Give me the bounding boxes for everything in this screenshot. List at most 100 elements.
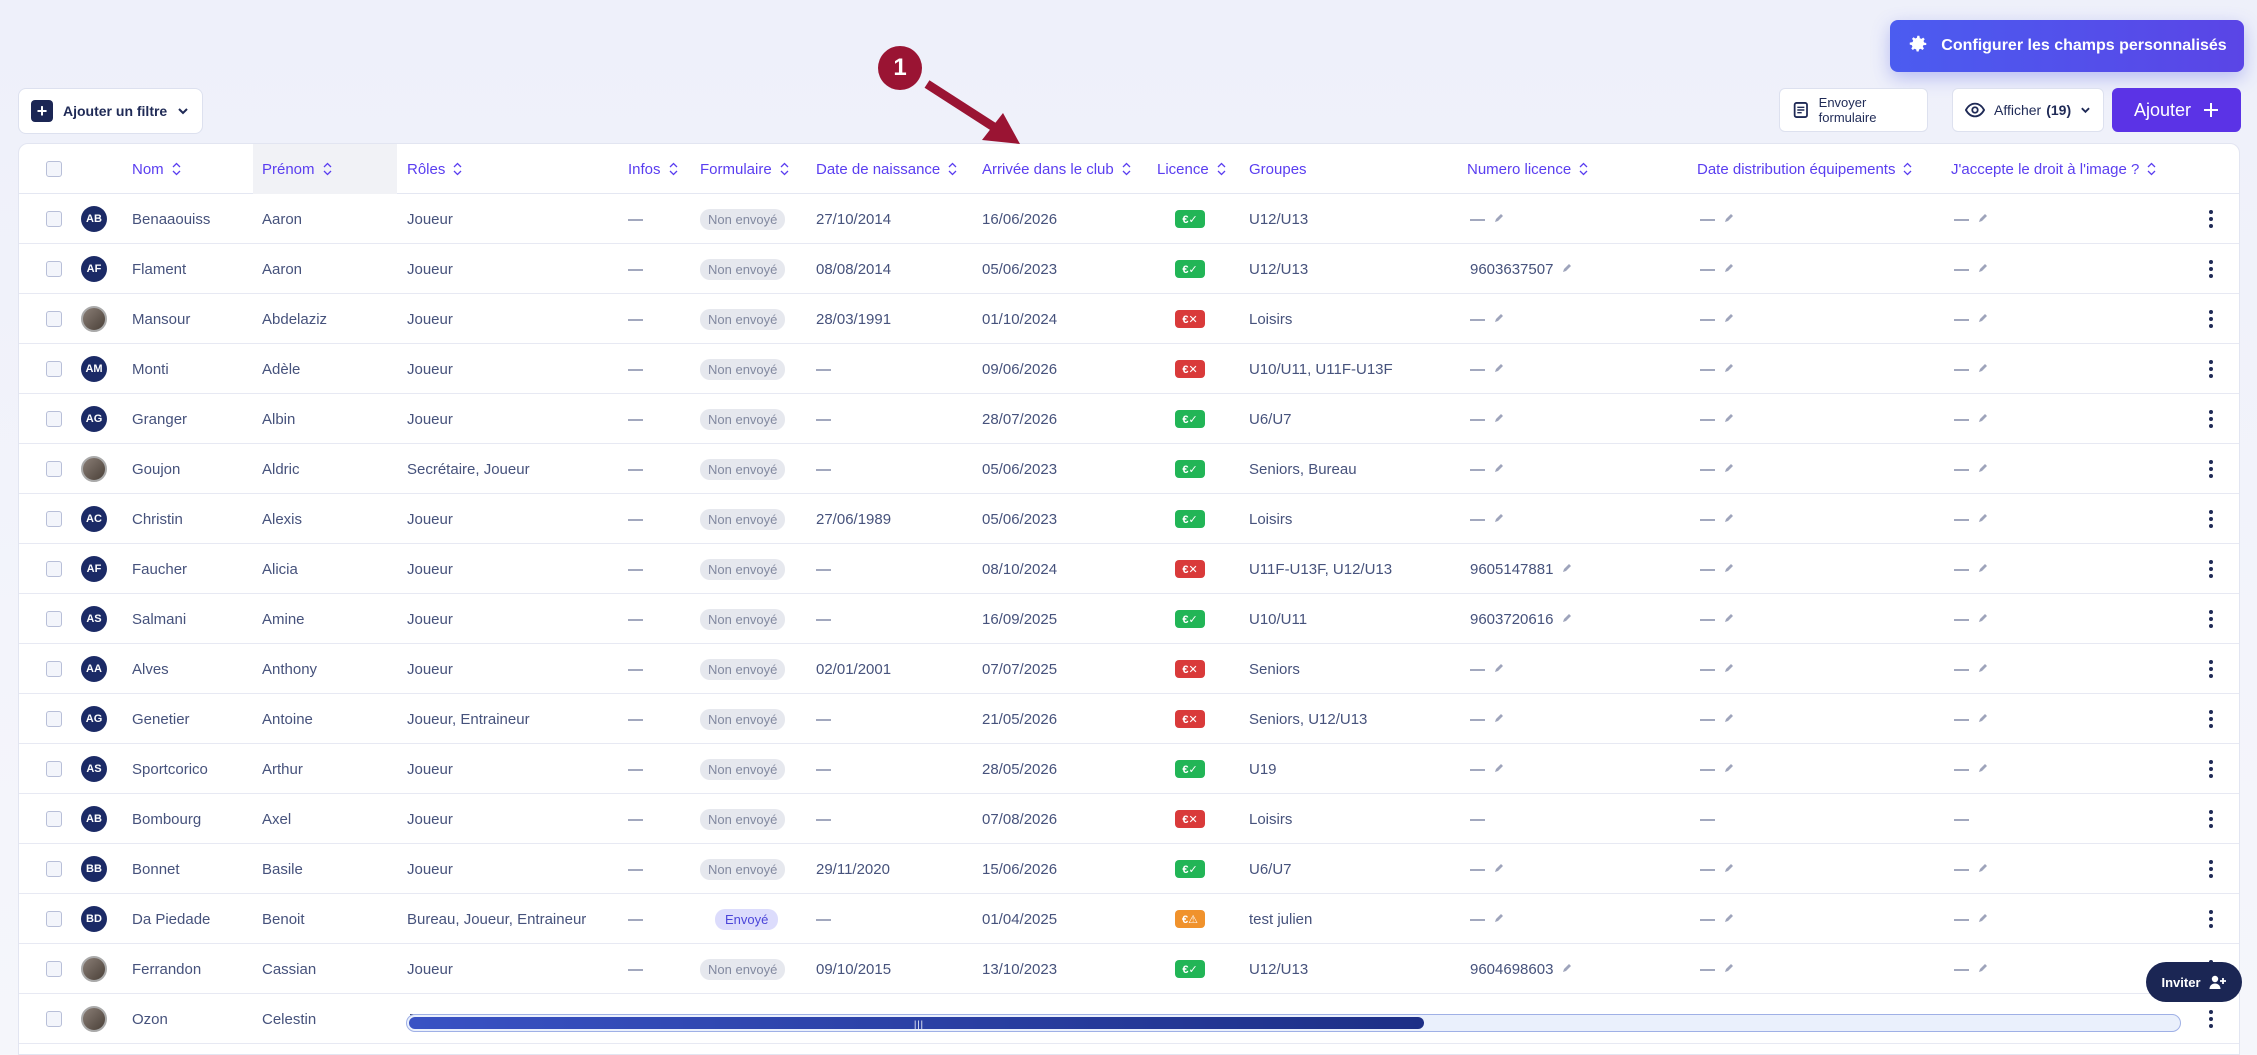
row-menu-button[interactable] — [2209, 444, 2213, 494]
row-menu-button[interactable] — [2209, 794, 2213, 844]
pencil-icon[interactable] — [1969, 261, 1989, 278]
cell-droit-image[interactable]: — — [1954, 944, 1989, 994]
column-header-droit-image[interactable]: J'accepte le droit à l'image ? — [1951, 144, 2156, 194]
cell-numero-licence[interactable]: — — [1470, 644, 1505, 694]
cell-droit-image[interactable]: — — [1954, 844, 1989, 894]
row-checkbox[interactable] — [46, 761, 62, 777]
cell-date-distribution[interactable]: — — [1700, 194, 1735, 244]
pencil-icon[interactable] — [1969, 211, 1989, 228]
pencil-icon[interactable] — [1715, 761, 1735, 778]
invite-button[interactable]: Inviter — [2146, 962, 2242, 1002]
row-menu-button[interactable] — [2209, 294, 2213, 344]
table-row[interactable]: AB Benaaouiss Aaron Joueur — Non envoyé 27/10/… — [19, 194, 2239, 244]
send-form-button[interactable]: Envoyer formulaire — [1779, 88, 1928, 132]
cell-droit-image[interactable]: — — [1954, 494, 1989, 544]
cell-numero-licence[interactable]: 9603637507 — [1470, 244, 1573, 294]
row-menu-button[interactable] — [2209, 494, 2213, 544]
table-row[interactable]: AG Genetier Antoine Joueur, Entraineur — Non … — [19, 694, 2239, 744]
row-menu-button[interactable] — [2209, 344, 2213, 394]
pencil-icon[interactable] — [1485, 511, 1505, 528]
pencil-icon[interactable] — [1485, 661, 1505, 678]
cell-numero-licence[interactable]: — — [1470, 344, 1505, 394]
pencil-icon[interactable] — [1969, 761, 1989, 778]
column-header-date-naissance[interactable]: Date de naissance — [816, 144, 957, 194]
cell-date-distribution[interactable]: — — [1700, 494, 1735, 544]
cell-date-distribution[interactable]: — — [1700, 744, 1735, 794]
column-header-nom[interactable]: Nom — [132, 144, 181, 194]
table-row[interactable]: AS Salmani Amine Joueur — Non envoyé — 16/09/20… — [19, 594, 2239, 644]
row-checkbox[interactable] — [46, 611, 62, 627]
cell-numero-licence[interactable]: — — [1470, 844, 1505, 894]
row-menu-button[interactable] — [2209, 644, 2213, 694]
column-header-infos[interactable]: Infos — [628, 144, 678, 194]
column-header-groupes[interactable]: Groupes — [1249, 144, 1307, 194]
cell-droit-image[interactable]: — — [1954, 644, 1989, 694]
row-menu-button[interactable] — [2209, 544, 2213, 594]
cell-numero-licence[interactable]: — — [1470, 444, 1505, 494]
table-row[interactable]: AS Sportcorico Arthur Joueur — Non envoyé — 28/… — [19, 744, 2239, 794]
cell-droit-image[interactable]: — — [1954, 294, 1989, 344]
cell-droit-image[interactable]: — — [1954, 544, 1989, 594]
row-checkbox[interactable] — [46, 261, 62, 277]
cell-numero-licence[interactable]: — — [1470, 494, 1505, 544]
table-row[interactable]: Ferrandon Cassian Joueur — Non envoyé 09/10/2… — [19, 944, 2239, 994]
cell-date-distribution[interactable]: — — [1700, 694, 1735, 744]
pencil-icon[interactable] — [1553, 611, 1573, 628]
cell-numero-licence[interactable]: 9603720616 — [1470, 594, 1573, 644]
table-row[interactable]: AF Flament Aaron Joueur — Non envoyé 08/08/201… — [19, 244, 2239, 294]
cell-numero-licence[interactable]: — — [1470, 744, 1505, 794]
cell-numero-licence[interactable]: — — [1470, 894, 1505, 944]
pencil-icon[interactable] — [1715, 661, 1735, 678]
pencil-icon[interactable] — [1969, 511, 1989, 528]
pencil-icon[interactable] — [1969, 611, 1989, 628]
cell-droit-image[interactable]: — — [1954, 744, 1989, 794]
table-row[interactable]: BD Da Piedade Benoit Bureau, Joueur, Entrai… — [19, 894, 2239, 944]
column-header-prenom[interactable]: Prénom — [253, 144, 397, 194]
row-checkbox[interactable] — [46, 711, 62, 727]
column-header-numero-licence[interactable]: Numero licence — [1467, 144, 1588, 194]
pencil-icon[interactable] — [1969, 561, 1989, 578]
table-row[interactable]: Mansour Abdelaziz Joueur — Non envoyé 28/03/1… — [19, 294, 2239, 344]
cell-date-distribution[interactable]: — — [1700, 894, 1735, 944]
cell-date-distribution[interactable]: — — [1700, 544, 1735, 594]
row-menu-button[interactable] — [2209, 894, 2213, 944]
cell-date-distribution[interactable]: — — [1700, 244, 1735, 294]
row-checkbox[interactable] — [46, 561, 62, 577]
pencil-icon[interactable] — [1553, 261, 1573, 278]
pencil-icon[interactable] — [1485, 861, 1505, 878]
row-checkbox[interactable] — [46, 411, 62, 427]
pencil-icon[interactable] — [1485, 461, 1505, 478]
pencil-icon[interactable] — [1715, 611, 1735, 628]
table-row[interactable]: BB Bonnet Basile Joueur — Non envoyé 29/11/202… — [19, 844, 2239, 894]
row-menu-button[interactable] — [2209, 244, 2213, 294]
pencil-icon[interactable] — [1553, 561, 1573, 578]
select-all-checkbox[interactable] — [46, 161, 62, 177]
pencil-icon[interactable] — [1969, 711, 1989, 728]
row-checkbox[interactable] — [46, 211, 62, 227]
add-filter-button[interactable]: + Ajouter un filtre — [18, 88, 203, 134]
pencil-icon[interactable] — [1715, 961, 1735, 978]
pencil-icon[interactable] — [1715, 561, 1735, 578]
pencil-icon[interactable] — [1553, 961, 1573, 978]
row-checkbox[interactable] — [46, 461, 62, 477]
pencil-icon[interactable] — [1715, 511, 1735, 528]
row-checkbox[interactable] — [46, 1011, 62, 1027]
cell-date-distribution[interactable]: — — [1700, 394, 1735, 444]
cell-date-distribution[interactable]: — — [1700, 844, 1735, 894]
pencil-icon[interactable] — [1485, 761, 1505, 778]
pencil-icon[interactable] — [1715, 411, 1735, 428]
cell-droit-image[interactable]: — — [1954, 394, 1989, 444]
row-checkbox[interactable] — [46, 811, 62, 827]
table-row[interactable]: AC Christin Alexis Joueur — Non envoyé 27/06/1… — [19, 494, 2239, 544]
row-checkbox[interactable] — [46, 311, 62, 327]
table-row[interactable]: AG Granger Albin Joueur — Non envoyé — 28/07/20… — [19, 394, 2239, 444]
row-menu-button[interactable] — [2209, 394, 2213, 444]
pencil-icon[interactable] — [1969, 461, 1989, 478]
cell-numero-licence[interactable]: 9605147881 — [1470, 544, 1573, 594]
configure-custom-fields-button[interactable]: Configurer les champs personnalisés — [1890, 20, 2244, 72]
column-header-arrivee-club[interactable]: Arrivée dans le club — [982, 144, 1131, 194]
cell-droit-image[interactable]: — — [1954, 244, 1989, 294]
table-row[interactable]: Goujon Aldric Secrétaire, Joueur — Non envoy… — [19, 444, 2239, 494]
row-checkbox[interactable] — [46, 511, 62, 527]
pencil-icon[interactable] — [1969, 861, 1989, 878]
